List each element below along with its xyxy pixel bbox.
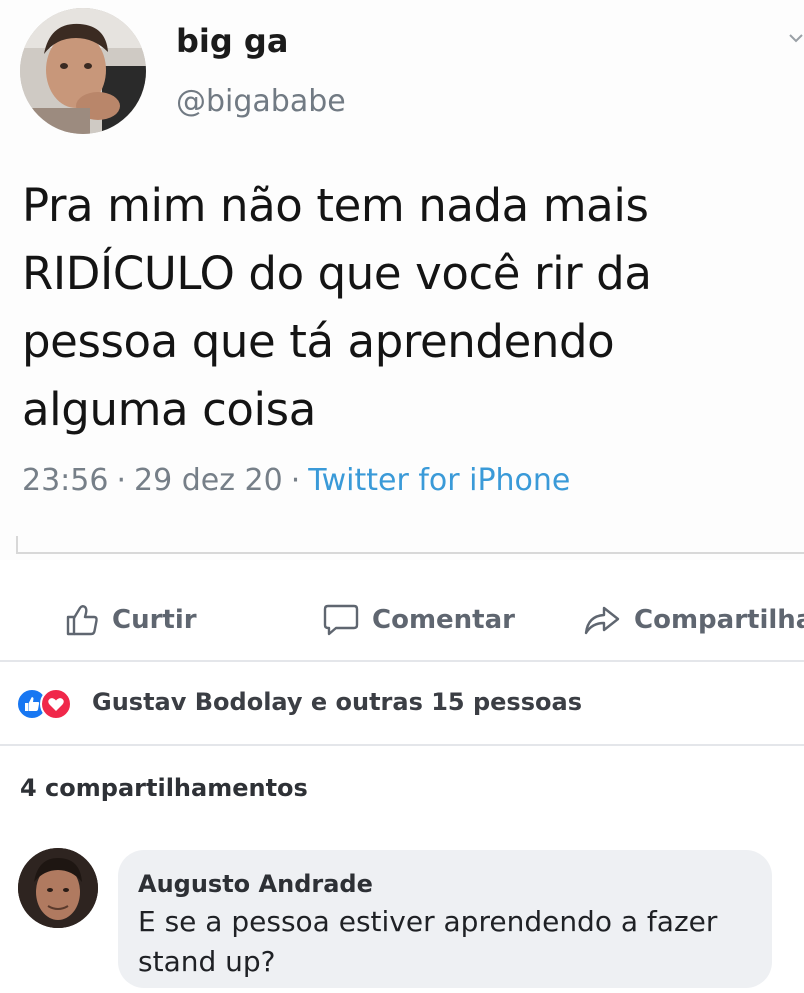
tweet-meta: 23:56 · 29 dez 20 · Twitter for iPhone: [22, 463, 570, 498]
commenter-avatar-photo: [18, 848, 98, 928]
comment-text: E se a pessoa estiver aprendendo a fazer…: [138, 905, 718, 978]
tweet-date: 29 dez 20: [134, 463, 283, 498]
post-action-bar: Curtir Comentar Compartilha: [0, 582, 804, 662]
share-button[interactable]: Compartilha: [582, 600, 804, 640]
tweet-handle[interactable]: @bigababe: [176, 84, 346, 119]
tweet-text: Pra mim não tem nada mais RIDÍCULO do qu…: [22, 179, 652, 436]
commenter-avatar[interactable]: [18, 848, 98, 928]
share-arrow-icon: [584, 606, 620, 635]
like-button[interactable]: Curtir: [64, 600, 197, 640]
reactions-row[interactable]: Gustav Bodolay e outras 15 pessoas: [0, 662, 804, 746]
tweet-time: 23:56: [22, 463, 109, 498]
comment-author-name[interactable]: Augusto Andrade: [138, 870, 373, 898]
chevron-down-icon[interactable]: [788, 30, 804, 46]
embedded-tweet: big ga @bigababe Pra mim não tem nada ma…: [0, 0, 804, 560]
reaction-icons: [16, 688, 72, 720]
thumbs-up-icon: [66, 605, 98, 636]
tweet-display-name[interactable]: big ga: [176, 22, 288, 60]
share-label: Compartilha: [634, 605, 804, 635]
post-screenshot: big ga @bigababe Pra mim não tem nada ma…: [0, 0, 804, 993]
tweet-bottom-border: [16, 536, 804, 554]
tweet-author-avatar[interactable]: [20, 8, 146, 134]
love-reaction-icon: [40, 688, 72, 720]
avatar-photo: [20, 8, 146, 134]
speech-bubble-icon: [323, 604, 359, 636]
comment-label: Comentar: [372, 605, 515, 635]
tweet-source-link[interactable]: Twitter for iPhone: [308, 463, 570, 498]
comment-bubble: Augusto Andrade E se a pessoa estiver ap…: [118, 850, 772, 988]
meta-separator: ·: [290, 463, 301, 498]
like-label: Curtir: [112, 605, 197, 635]
reaction-summary[interactable]: Gustav Bodolay e outras 15 pessoas: [92, 688, 582, 716]
comment-button[interactable]: Comentar: [322, 600, 515, 640]
meta-separator: ·: [116, 463, 127, 498]
share-count[interactable]: 4 compartilhamentos: [20, 774, 308, 802]
